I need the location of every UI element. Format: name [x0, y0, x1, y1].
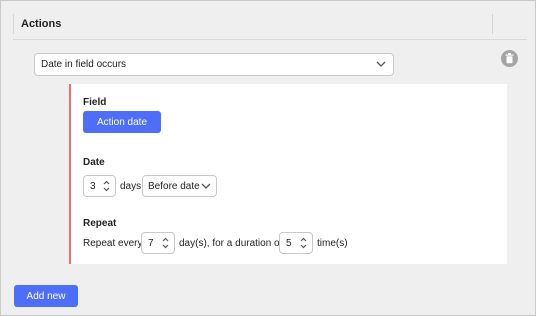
chevron-down-icon [201, 182, 211, 193]
repeat-suffix-text: time(s) [317, 238, 348, 249]
action-date-button[interactable]: Action date [83, 111, 161, 133]
chevron-down-icon [376, 60, 386, 71]
repeat-label: Repeat [83, 218, 117, 229]
date-label: Date [83, 157, 105, 168]
spinner-icon [103, 180, 110, 195]
repeat-interval-value: 7 [148, 238, 154, 249]
actions-panel: Actions Date in field occurs Field Actio… [0, 0, 536, 316]
header-divider-left [13, 14, 14, 34]
repeat-count-stepper[interactable]: 5 [279, 232, 313, 254]
header-divider-right [492, 14, 493, 34]
page-title: Actions [21, 18, 62, 30]
repeat-count-value: 5 [286, 238, 292, 249]
date-relation-select[interactable]: Before date [142, 175, 217, 197]
action-card: Field Action date Date 3 days Before dat… [69, 84, 507, 264]
field-label: Field [83, 97, 107, 108]
repeat-interval-stepper[interactable]: 7 [141, 232, 175, 254]
date-offset-value: 3 [90, 181, 96, 192]
days-text: days [120, 181, 142, 192]
date-offset-stepper[interactable]: 3 [83, 175, 116, 197]
spinner-icon [162, 237, 169, 252]
trigger-select-value: Date in field occurs [41, 59, 127, 70]
add-new-button[interactable]: Add new [14, 285, 78, 307]
trigger-select[interactable]: Date in field occurs [34, 53, 394, 76]
repeat-middle-text: day(s), for a duration of [179, 238, 283, 249]
spinner-icon [300, 237, 307, 252]
repeat-prefix-text: Repeat every [83, 238, 143, 249]
actions-header: Actions [13, 10, 527, 40]
trash-icon[interactable] [501, 50, 518, 67]
date-relation-value: Before date [148, 181, 200, 192]
